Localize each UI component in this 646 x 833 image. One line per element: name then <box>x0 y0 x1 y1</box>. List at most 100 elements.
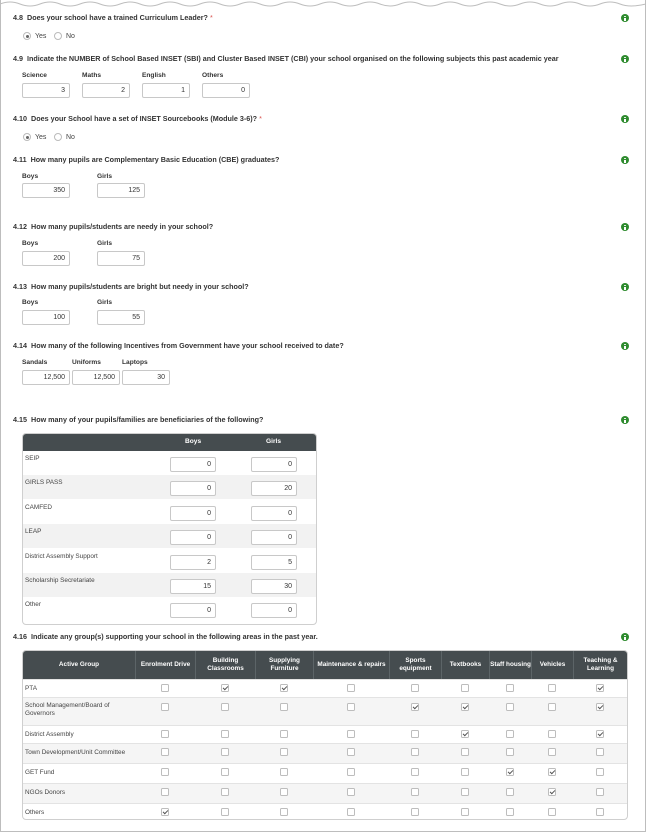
checkbox-icon[interactable] <box>347 768 355 776</box>
laptops-input[interactable]: 30 <box>122 370 170 385</box>
girls-input[interactable]: 20 <box>251 481 297 497</box>
checkbox-icon[interactable] <box>221 703 229 711</box>
checkbox-icon[interactable] <box>506 730 514 738</box>
boys-input[interactable]: 100 <box>22 310 70 325</box>
radio-icon[interactable] <box>54 32 62 40</box>
info-icon[interactable] <box>621 115 629 123</box>
checkbox-icon[interactable] <box>506 748 514 756</box>
checkbox-icon[interactable] <box>548 748 556 756</box>
checkbox-icon[interactable] <box>347 788 355 796</box>
checkbox-icon[interactable] <box>161 788 169 796</box>
boys-input[interactable]: 0 <box>170 481 216 497</box>
boys-input[interactable]: 200 <box>22 251 70 266</box>
checkbox-icon[interactable] <box>221 730 229 738</box>
checkbox-icon[interactable] <box>596 684 604 692</box>
checkbox-icon[interactable] <box>221 768 229 776</box>
checkbox-icon[interactable] <box>161 730 169 738</box>
checkbox-icon[interactable] <box>461 748 469 756</box>
checkbox-icon[interactable] <box>461 730 469 738</box>
radio-icon[interactable] <box>23 133 31 141</box>
checkbox-icon[interactable] <box>461 788 469 796</box>
checkbox-icon[interactable] <box>411 730 419 738</box>
checkbox-icon[interactable] <box>548 788 556 796</box>
checkbox-icon[interactable] <box>161 808 169 816</box>
girls-input[interactable]: 30 <box>251 579 297 594</box>
checkbox-icon[interactable] <box>506 768 514 776</box>
radio-yes[interactable]: Yes <box>23 133 46 141</box>
sandals-input[interactable]: 12,500 <box>22 370 70 385</box>
boys-input[interactable]: 2 <box>170 554 216 570</box>
checkbox-icon[interactable] <box>221 684 229 692</box>
boys-input[interactable]: 0 <box>170 457 216 472</box>
checkbox-icon[interactable] <box>280 703 288 711</box>
radio-yes[interactable]: Yes <box>23 32 46 40</box>
boys-input[interactable]: 15 <box>170 579 216 594</box>
info-icon[interactable] <box>621 14 629 22</box>
checkbox-icon[interactable] <box>347 684 355 692</box>
checkbox-icon[interactable] <box>280 684 288 692</box>
girls-input[interactable]: 0 <box>251 603 297 619</box>
info-icon[interactable] <box>621 223 629 231</box>
checkbox-icon[interactable] <box>280 748 288 756</box>
radio-no[interactable]: No <box>54 32 75 40</box>
checkbox-icon[interactable] <box>347 730 355 738</box>
boys-input[interactable]: 350 <box>22 183 70 198</box>
checkbox-icon[interactable] <box>280 788 288 796</box>
info-icon[interactable] <box>621 342 629 350</box>
girls-input[interactable]: 0 <box>251 457 297 472</box>
checkbox-icon[interactable] <box>596 808 604 816</box>
checkbox-icon[interactable] <box>347 748 355 756</box>
science-input[interactable]: 3 <box>22 83 70 98</box>
checkbox-icon[interactable] <box>548 808 556 816</box>
checkbox-icon[interactable] <box>506 808 514 816</box>
info-icon[interactable] <box>621 416 629 424</box>
checkbox-icon[interactable] <box>596 748 604 756</box>
girls-input[interactable]: 0 <box>251 530 297 546</box>
info-icon[interactable] <box>621 633 629 641</box>
checkbox-icon[interactable] <box>411 768 419 776</box>
checkbox-icon[interactable] <box>347 808 355 816</box>
checkbox-icon[interactable] <box>548 768 556 776</box>
checkbox-icon[interactable] <box>461 768 469 776</box>
checkbox-icon[interactable] <box>596 730 604 738</box>
others-input[interactable]: 0 <box>202 83 250 98</box>
boys-input[interactable]: 0 <box>170 603 216 619</box>
checkbox-icon[interactable] <box>411 808 419 816</box>
checkbox-icon[interactable] <box>161 748 169 756</box>
info-icon[interactable] <box>621 55 629 63</box>
maths-input[interactable]: 2 <box>82 83 130 98</box>
girls-input[interactable]: 55 <box>97 310 145 325</box>
checkbox-icon[interactable] <box>506 788 514 796</box>
checkbox-icon[interactable] <box>596 768 604 776</box>
info-icon[interactable] <box>621 156 629 164</box>
checkbox-icon[interactable] <box>221 808 229 816</box>
checkbox-icon[interactable] <box>161 684 169 692</box>
checkbox-icon[interactable] <box>411 703 419 711</box>
uniforms-input[interactable]: 12,500 <box>72 370 120 385</box>
checkbox-icon[interactable] <box>506 703 514 711</box>
checkbox-icon[interactable] <box>596 788 604 796</box>
checkbox-icon[interactable] <box>161 703 169 711</box>
checkbox-icon[interactable] <box>461 703 469 711</box>
checkbox-icon[interactable] <box>506 684 514 692</box>
checkbox-icon[interactable] <box>280 730 288 738</box>
girls-input[interactable]: 125 <box>97 183 145 198</box>
girls-input[interactable]: 75 <box>97 251 145 266</box>
checkbox-icon[interactable] <box>221 788 229 796</box>
checkbox-icon[interactable] <box>411 748 419 756</box>
checkbox-icon[interactable] <box>461 684 469 692</box>
girls-input[interactable]: 5 <box>251 554 297 570</box>
checkbox-icon[interactable] <box>161 768 169 776</box>
checkbox-icon[interactable] <box>548 730 556 738</box>
girls-input[interactable]: 0 <box>251 505 297 521</box>
checkbox-icon[interactable] <box>347 703 355 711</box>
checkbox-icon[interactable] <box>411 788 419 796</box>
checkbox-icon[interactable] <box>548 684 556 692</box>
english-input[interactable]: 1 <box>142 83 190 98</box>
checkbox-icon[interactable] <box>548 703 556 711</box>
radio-icon[interactable] <box>23 32 31 40</box>
info-icon[interactable] <box>621 283 629 291</box>
boys-input[interactable]: 0 <box>170 530 216 546</box>
checkbox-icon[interactable] <box>411 684 419 692</box>
checkbox-icon[interactable] <box>280 768 288 776</box>
